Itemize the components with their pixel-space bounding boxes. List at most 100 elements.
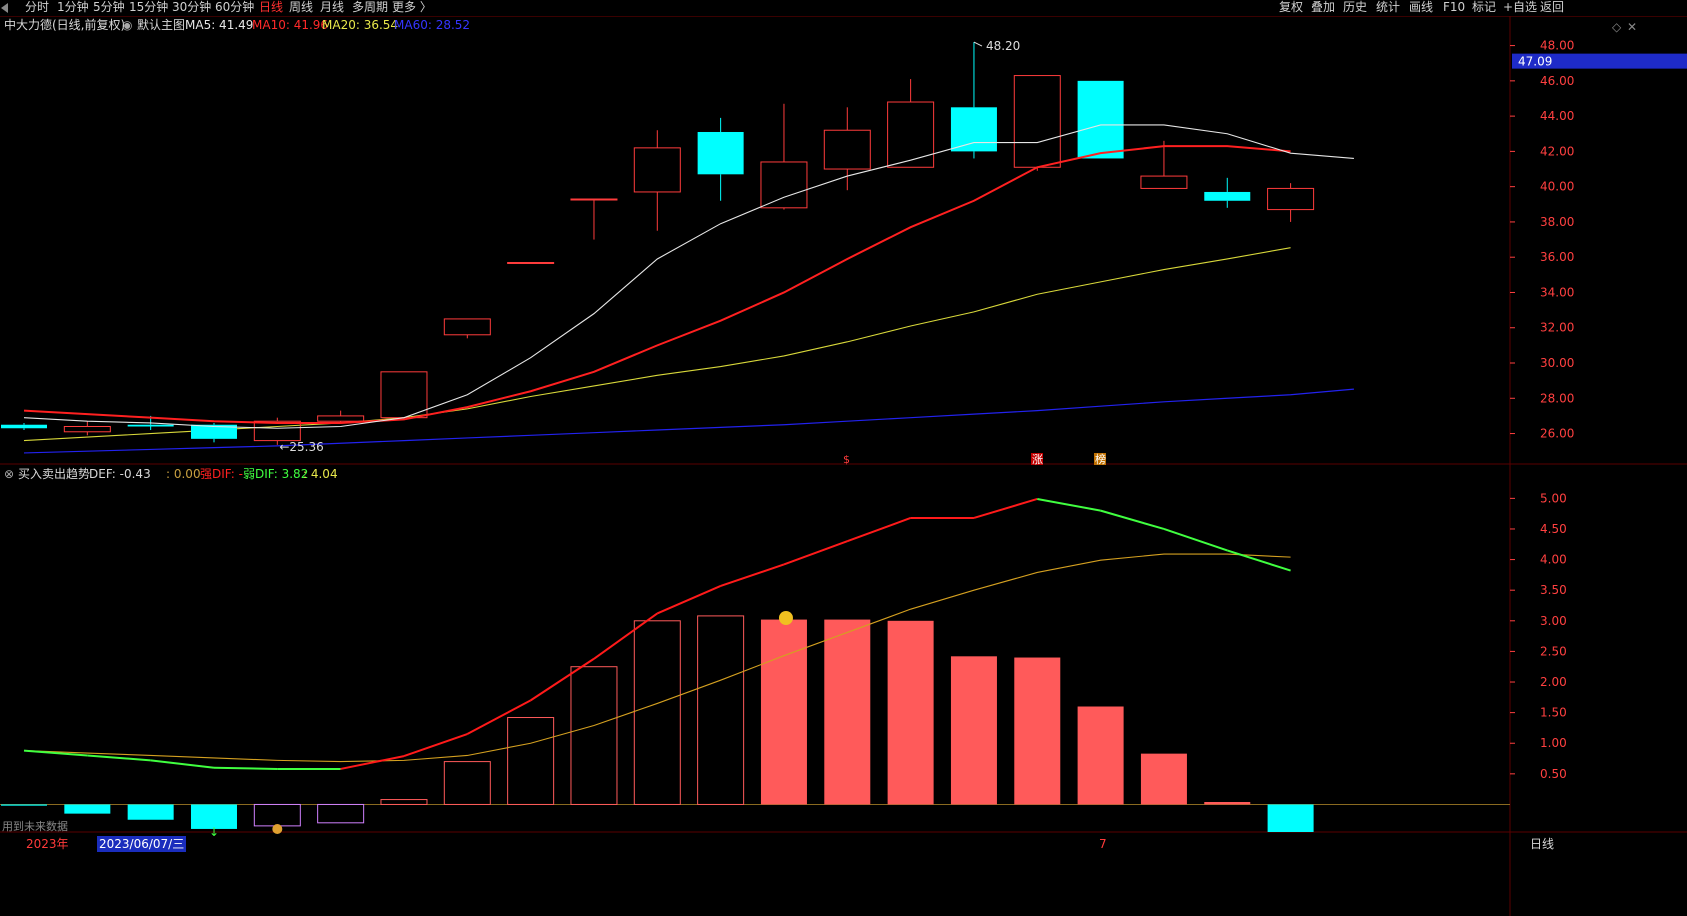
zero-label: : 0.00 [166,467,201,481]
dif-segment [403,733,468,758]
ma10-label: MA10: 41.96 [252,18,329,32]
period-label[interactable]: 日线 [1530,836,1554,852]
signal-zhang-icon: 涨 [1032,453,1043,466]
strong-dif-label: 强DIF: - [200,467,243,481]
dif-segment [1226,549,1291,572]
candle-body-up [887,101,935,168]
template-name[interactable]: 默认主图 [137,17,185,33]
histogram-bar-pos [1014,657,1061,805]
histogram-bar-pos [443,761,491,805]
signal-bang-icon: 榜 [1095,452,1106,466]
histogram-bar-pos [1077,706,1124,805]
candle-body-up [1140,175,1188,189]
histogram-bar-neg [127,804,174,820]
ma5-line [23,124,1354,429]
dif-segment [720,563,785,587]
histogram-bar-pos [570,666,618,805]
sub-y-tick-label: 4.00 [1540,553,1567,567]
candle-body-up [633,147,681,193]
chart-settings-icon[interactable]: ◇ [1612,20,1621,34]
candle-body-up [380,371,428,419]
ma20-label: MA20: 36.54 [322,18,399,32]
dif-segment [87,754,151,762]
stock-title: 中大力德(日线,前复权) [4,18,126,32]
dif-segment [340,755,405,770]
histogram-bar-pos [633,620,681,805]
dif-segment [846,517,911,543]
candle-body-up [63,425,111,433]
weak-dif-label: 弱DIF: 3.82 [243,467,309,481]
sub-y-tick-label: 2.00 [1540,675,1567,689]
high-price-label: 48.20 [986,39,1020,53]
def-label: DEF: -0.43 [89,467,151,481]
candle-body-down [950,107,997,152]
histogram-bar-pos [824,619,871,805]
histogram-bar-pos [887,620,934,805]
dif-segment [1163,528,1228,552]
y-tick-label: 34.00 [1540,285,1574,299]
sub-y-tick-label: 1.00 [1540,736,1567,750]
stock-chart[interactable]: 26.00 28.00 30.00 32.00 34.00 36.00 38.00 40.00… [0,0,1687,916]
ma5-label: MA5: 41.49 [185,18,254,32]
histogram-bar-neg [1,804,47,806]
candle-body-down [697,131,744,175]
template-icon[interactable]: ◉ [122,17,132,33]
ma10-line [23,145,1291,424]
dif-segment [1100,509,1165,530]
histogram-bar-pos [760,619,807,805]
sub-y-tick-label: 4.50 [1540,522,1567,536]
histogram-bar-pos [950,656,997,805]
sub-y-tick-label: 5.00 [1540,491,1567,505]
histogram-bar-neg [317,803,365,824]
sub-y-tick-label: 3.00 [1540,614,1567,628]
candle-body-up [1267,187,1315,211]
indicator-close-icon[interactable]: ⊗ [4,466,14,482]
histogram-bar-pos [1204,802,1251,805]
last-value-label: : 4.04 [303,467,338,481]
histogram-bar-neg [64,804,111,814]
candle-body-down [127,424,174,427]
down-arrow-icon: ↓ [209,825,219,839]
money-bag-icon [272,824,283,834]
sub-y-tick-label: 0.50 [1540,767,1567,781]
sub-y-tick-label: 2.50 [1540,644,1567,658]
y-tick-label: 42.00 [1540,144,1574,158]
candle-body-up [317,415,365,422]
cursor-date-label: 2023/06/07/三 [97,836,187,852]
candle-body-up [1013,75,1061,168]
y-tick-label: 48.00 [1540,39,1574,53]
dif-segment [150,759,215,769]
candle-body-up [570,198,618,201]
y-tick-label: 30.00 [1540,356,1574,370]
low-price-label: ←25.36 [279,440,323,454]
y-tick-label: 46.00 [1540,74,1574,88]
high-pointer [973,41,983,47]
dif-segment [530,657,595,702]
month-label: 7 [1099,837,1107,851]
candle-body-up [253,420,301,442]
close-icon[interactable]: ✕ [1627,20,1637,34]
future-data-note: 用到未来数据 [2,820,68,833]
sub-y-tick-label: 3.50 [1540,583,1567,597]
dif-segment [1037,497,1101,512]
dif-segment [656,584,722,615]
ma60-label: MA60: 28.52 [394,18,471,32]
current-price-label: 47.09 [1518,55,1552,69]
y-tick-label: 26.00 [1540,427,1574,441]
histogram-bar-pos [1140,753,1187,805]
dif-segment [783,540,848,566]
dif-segment [593,612,658,660]
face-icon [778,611,793,625]
y-tick-label: 38.00 [1540,215,1574,229]
candle-body-up [507,261,555,264]
histogram-bar-pos [507,717,555,805]
candle-body-down [1077,80,1124,159]
candle-body-down [1204,191,1251,201]
y-tick-label: 40.00 [1540,180,1574,194]
sub-y-tick-label: 1.50 [1540,706,1567,720]
dif-segment [973,498,1038,519]
y-tick-label: 28.00 [1540,391,1574,405]
indicator-name[interactable]: 买入卖出趋势 [18,466,90,482]
candle-body-down [1,424,47,429]
y-tick-label: 32.00 [1540,321,1574,335]
